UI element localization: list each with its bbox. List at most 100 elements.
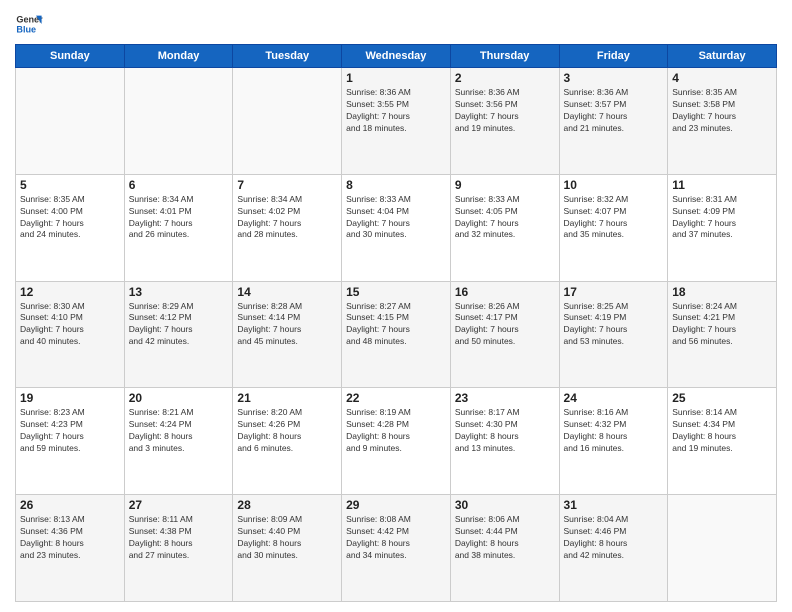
day-info: Sunrise: 8:13 AMSunset: 4:36 PMDaylight:…	[20, 514, 120, 562]
calendar-week-row: 26 Sunrise: 8:13 AMSunset: 4:36 PMDayligh…	[16, 495, 777, 602]
day-of-week-header: Friday	[559, 45, 668, 68]
day-number: 5	[20, 178, 120, 192]
day-number: 10	[564, 178, 664, 192]
day-info: Sunrise: 8:30 AMSunset: 4:10 PMDaylight:…	[20, 301, 120, 349]
day-info: Sunrise: 8:28 AMSunset: 4:14 PMDaylight:…	[237, 301, 337, 349]
day-info: Sunrise: 8:35 AMSunset: 4:00 PMDaylight:…	[20, 194, 120, 242]
calendar-week-row: 12 Sunrise: 8:30 AMSunset: 4:10 PMDayligh…	[16, 281, 777, 388]
calendar-day-cell: 22 Sunrise: 8:19 AMSunset: 4:28 PMDayligh…	[342, 388, 451, 495]
day-number: 2	[455, 71, 555, 85]
calendar-day-cell: 10 Sunrise: 8:32 AMSunset: 4:07 PMDayligh…	[559, 174, 668, 281]
day-number: 14	[237, 285, 337, 299]
day-number: 19	[20, 391, 120, 405]
calendar-day-cell: 27 Sunrise: 8:11 AMSunset: 4:38 PMDayligh…	[124, 495, 233, 602]
calendar-day-cell: 19 Sunrise: 8:23 AMSunset: 4:23 PMDayligh…	[16, 388, 125, 495]
day-number: 1	[346, 71, 446, 85]
day-info: Sunrise: 8:27 AMSunset: 4:15 PMDaylight:…	[346, 301, 446, 349]
day-number: 13	[129, 285, 229, 299]
day-info: Sunrise: 8:36 AMSunset: 3:56 PMDaylight:…	[455, 87, 555, 135]
day-number: 12	[20, 285, 120, 299]
day-info: Sunrise: 8:24 AMSunset: 4:21 PMDaylight:…	[672, 301, 772, 349]
calendar-day-cell: 1Sunrise: 8:36 AMSunset: 3:55 PMDaylight…	[342, 68, 451, 175]
svg-text:Blue: Blue	[16, 24, 36, 34]
day-of-week-header: Thursday	[450, 45, 559, 68]
day-info: Sunrise: 8:23 AMSunset: 4:23 PMDaylight:…	[20, 407, 120, 455]
day-number: 21	[237, 391, 337, 405]
day-number: 9	[455, 178, 555, 192]
calendar-day-cell: 13 Sunrise: 8:29 AMSunset: 4:12 PMDayligh…	[124, 281, 233, 388]
day-info: Sunrise: 8:29 AMSunset: 4:12 PMDaylight:…	[129, 301, 229, 349]
day-number: 26	[20, 498, 120, 512]
day-info: Sunrise: 8:26 AMSunset: 4:17 PMDaylight:…	[455, 301, 555, 349]
day-of-week-header: Tuesday	[233, 45, 342, 68]
day-number: 7	[237, 178, 337, 192]
day-info: Sunrise: 8:09 AMSunset: 4:40 PMDaylight:…	[237, 514, 337, 562]
day-info: Sunrise: 8:06 AMSunset: 4:44 PMDaylight:…	[455, 514, 555, 562]
calendar-day-cell: 8 Sunrise: 8:33 AMSunset: 4:04 PMDaylight…	[342, 174, 451, 281]
day-info: Sunrise: 8:25 AMSunset: 4:19 PMDaylight:…	[564, 301, 664, 349]
day-number: 4	[672, 71, 772, 85]
day-number: 28	[237, 498, 337, 512]
day-number: 22	[346, 391, 446, 405]
calendar-day-cell: 14 Sunrise: 8:28 AMSunset: 4:14 PMDayligh…	[233, 281, 342, 388]
day-of-week-header: Saturday	[668, 45, 777, 68]
calendar-week-row: 19 Sunrise: 8:23 AMSunset: 4:23 PMDayligh…	[16, 388, 777, 495]
day-info: Sunrise: 8:21 AMSunset: 4:24 PMDaylight:…	[129, 407, 229, 455]
page: General Blue SundayMondayTuesdayWednesda…	[0, 0, 792, 612]
calendar-day-cell: 28 Sunrise: 8:09 AMSunset: 4:40 PMDayligh…	[233, 495, 342, 602]
day-number: 3	[564, 71, 664, 85]
calendar-day-cell: 24Sunrise: 8:16 AMSunset: 4:32 PMDayligh…	[559, 388, 668, 495]
calendar-day-cell: 7Sunrise: 8:34 AMSunset: 4:02 PMDaylight…	[233, 174, 342, 281]
calendar-day-cell: 25 Sunrise: 8:14 AMSunset: 4:34 PMDayligh…	[668, 388, 777, 495]
calendar-week-row: 5 Sunrise: 8:35 AMSunset: 4:00 PMDaylight…	[16, 174, 777, 281]
logo: General Blue	[15, 10, 47, 38]
day-info: Sunrise: 8:11 AMSunset: 4:38 PMDaylight:…	[129, 514, 229, 562]
day-of-week-header: Sunday	[16, 45, 125, 68]
calendar-day-cell: 3Sunrise: 8:36 AMSunset: 3:57 PMDaylight…	[559, 68, 668, 175]
day-number: 6	[129, 178, 229, 192]
calendar-day-cell: 2 Sunrise: 8:36 AMSunset: 3:56 PMDaylight…	[450, 68, 559, 175]
calendar-week-row: 1Sunrise: 8:36 AMSunset: 3:55 PMDaylight…	[16, 68, 777, 175]
calendar-day-cell: 23 Sunrise: 8:17 AMSunset: 4:30 PMDayligh…	[450, 388, 559, 495]
day-number: 18	[672, 285, 772, 299]
calendar-day-cell: 21 Sunrise: 8:20 AMSunset: 4:26 PMDayligh…	[233, 388, 342, 495]
calendar-day-cell: 4 Sunrise: 8:35 AMSunset: 3:58 PMDaylight…	[668, 68, 777, 175]
day-of-week-header: Monday	[124, 45, 233, 68]
calendar-day-cell: 26 Sunrise: 8:13 AMSunset: 4:36 PMDayligh…	[16, 495, 125, 602]
day-number: 23	[455, 391, 555, 405]
calendar-day-cell: 16Sunrise: 8:26 AMSunset: 4:17 PMDayligh…	[450, 281, 559, 388]
day-number: 8	[346, 178, 446, 192]
calendar-day-cell: 5 Sunrise: 8:35 AMSunset: 4:00 PMDaylight…	[16, 174, 125, 281]
day-info: Sunrise: 8:20 AMSunset: 4:26 PMDaylight:…	[237, 407, 337, 455]
day-info: Sunrise: 8:35 AMSunset: 3:58 PMDaylight:…	[672, 87, 772, 135]
calendar-day-cell: 18 Sunrise: 8:24 AMSunset: 4:21 PMDayligh…	[668, 281, 777, 388]
calendar-day-cell	[124, 68, 233, 175]
calendar-day-cell	[668, 495, 777, 602]
calendar-day-cell	[16, 68, 125, 175]
day-info: Sunrise: 8:16 AMSunset: 4:32 PMDaylight:…	[564, 407, 664, 455]
day-info: Sunrise: 8:08 AMSunset: 4:42 PMDaylight:…	[346, 514, 446, 562]
day-info: Sunrise: 8:33 AMSunset: 4:04 PMDaylight:…	[346, 194, 446, 242]
day-number: 27	[129, 498, 229, 512]
day-info: Sunrise: 8:17 AMSunset: 4:30 PMDaylight:…	[455, 407, 555, 455]
calendar-day-cell: 31 Sunrise: 8:04 AMSunset: 4:46 PMDayligh…	[559, 495, 668, 602]
day-info: Sunrise: 8:31 AMSunset: 4:09 PMDaylight:…	[672, 194, 772, 242]
calendar-day-cell: 30 Sunrise: 8:06 AMSunset: 4:44 PMDayligh…	[450, 495, 559, 602]
day-info: Sunrise: 8:19 AMSunset: 4:28 PMDaylight:…	[346, 407, 446, 455]
header: General Blue	[15, 10, 777, 38]
day-info: Sunrise: 8:04 AMSunset: 4:46 PMDaylight:…	[564, 514, 664, 562]
day-number: 29	[346, 498, 446, 512]
day-number: 30	[455, 498, 555, 512]
day-number: 17	[564, 285, 664, 299]
calendar-table: SundayMondayTuesdayWednesdayThursdayFrid…	[15, 44, 777, 602]
day-info: Sunrise: 8:14 AMSunset: 4:34 PMDaylight:…	[672, 407, 772, 455]
calendar-day-cell	[233, 68, 342, 175]
calendar-day-cell: 15 Sunrise: 8:27 AMSunset: 4:15 PMDayligh…	[342, 281, 451, 388]
day-number: 15	[346, 285, 446, 299]
day-info: Sunrise: 8:32 AMSunset: 4:07 PMDaylight:…	[564, 194, 664, 242]
calendar-day-cell: 9 Sunrise: 8:33 AMSunset: 4:05 PMDaylight…	[450, 174, 559, 281]
day-number: 11	[672, 178, 772, 192]
day-info: Sunrise: 8:33 AMSunset: 4:05 PMDaylight:…	[455, 194, 555, 242]
day-number: 31	[564, 498, 664, 512]
day-number: 25	[672, 391, 772, 405]
